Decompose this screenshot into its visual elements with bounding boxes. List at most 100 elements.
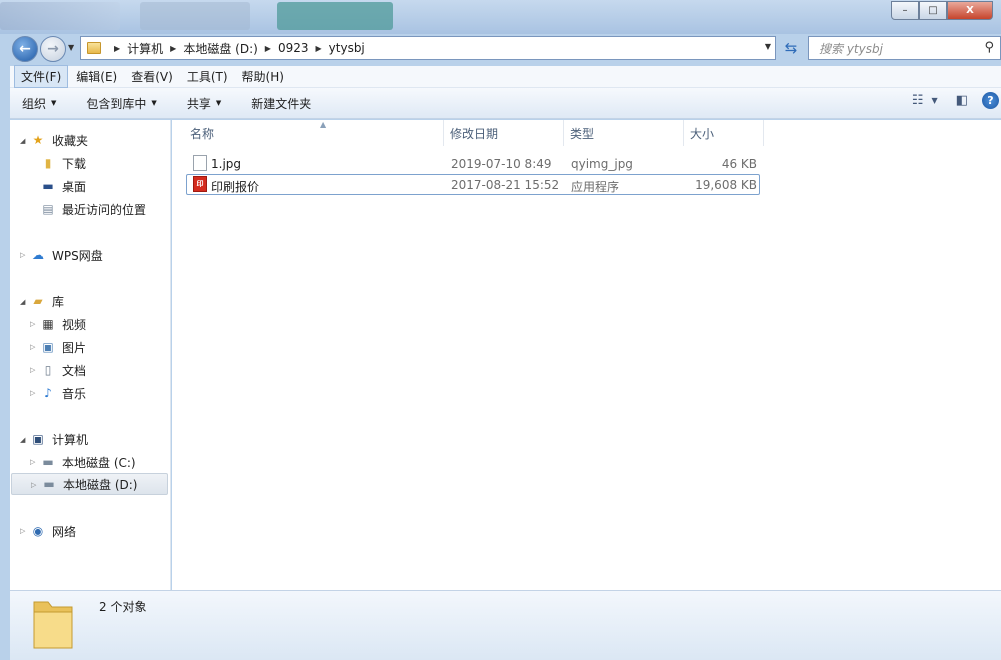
nav-downloads[interactable]: ▮ 下载: [40, 152, 86, 174]
nav-label: 收藏夹: [52, 133, 89, 148]
search-icon[interactable]: ⚲: [984, 40, 994, 55]
address-bar[interactable]: ▶ 计算机 ▶ 本地磁盘 (D:) ▶ 0923 ▶ ytysbj ▼: [80, 36, 776, 60]
expand-icon[interactable]: ▷: [30, 389, 35, 397]
expand-icon[interactable]: ◢: [20, 137, 25, 145]
cloud-icon: ☁: [32, 248, 44, 262]
nav-computer[interactable]: ◢ ▣ 计算机: [20, 428, 88, 450]
nav-recent[interactable]: ▤ 最近访问的位置: [40, 198, 146, 220]
star-icon: ★: [32, 133, 44, 147]
nav-videos[interactable]: ▷ ▦ 视频: [30, 313, 86, 335]
close-button[interactable]: X: [947, 1, 993, 20]
refresh-button[interactable]: ⇆: [778, 36, 804, 60]
help-icon[interactable]: ?: [982, 92, 999, 109]
caret-down-icon: ▼: [51, 99, 57, 107]
view-dropdown-icon[interactable]: ▼: [932, 96, 938, 105]
new-folder-button[interactable]: 新建文件夹: [251, 95, 311, 112]
organize-button[interactable]: 组织 ▼: [22, 95, 56, 112]
nav-drive-d[interactable]: ▷ ▬ 本地磁盘 (D:): [11, 473, 168, 495]
breadcrumb-drive-d[interactable]: 本地磁盘 (D:): [183, 40, 257, 57]
recent-pages-dropdown-icon[interactable]: ▼: [68, 43, 74, 52]
forward-arrow-icon: →: [47, 41, 59, 57]
chevron-right-icon[interactable]: ▶: [170, 44, 176, 53]
expand-icon[interactable]: ◢: [20, 436, 25, 444]
expand-icon[interactable]: ◢: [20, 298, 25, 306]
nav-label: 本地磁盘 (C:): [62, 455, 136, 470]
expand-icon[interactable]: ▷: [31, 481, 36, 489]
menu-file[interactable]: 文件(F): [14, 65, 69, 88]
drive-icon: ▬: [43, 477, 55, 491]
nav-libraries[interactable]: ◢ ▰ 库: [20, 290, 64, 312]
column-label: 修改日期: [450, 126, 499, 141]
menu-tools[interactable]: 工具(T): [181, 66, 234, 87]
breadcrumb-ytysbj[interactable]: ytysbj: [329, 41, 365, 55]
nav-drive-c[interactable]: ▷ ▬ 本地磁盘 (C:): [30, 451, 136, 473]
nav-pictures[interactable]: ▷ ▣ 图片: [30, 336, 86, 358]
recent-places-icon: ▤: [42, 202, 54, 216]
nav-label: 下载: [62, 156, 87, 171]
address-row: ← → ▼ ▶ 计算机 ▶ 本地磁盘 (D:) ▶ 0923 ▶ ytysbj …: [0, 34, 1001, 64]
minimize-button[interactable]: –: [891, 1, 919, 20]
menu-view[interactable]: 查看(V): [125, 66, 179, 87]
nav-network[interactable]: ▷ ◉ 网络: [20, 520, 76, 542]
menu-help[interactable]: 帮助(H): [236, 66, 290, 87]
column-header-date[interactable]: 修改日期: [444, 120, 564, 146]
maximize-button[interactable]: □: [919, 1, 947, 20]
column-header-size[interactable]: 大小: [684, 120, 764, 146]
chevron-right-icon[interactable]: ▶: [114, 44, 120, 53]
title-bar: – □ X: [0, 0, 1001, 34]
preview-pane-icon[interactable]: ◧: [956, 93, 968, 108]
toolbar-right: ☷ ▼ ◧ ?: [900, 92, 1001, 109]
nav-label: 最近访问的位置: [62, 202, 147, 217]
folder-large-icon: [33, 601, 73, 649]
folder-icon: [87, 42, 101, 54]
nav-wps[interactable]: ▷ ☁ WPS网盘: [20, 244, 103, 266]
expand-icon[interactable]: ▷: [30, 343, 35, 351]
file-row[interactable]: 印 印刷报价 2017-08-21 15:52 应用程序 19,608 KB: [186, 174, 760, 195]
video-icon: ▦: [42, 317, 54, 331]
address-dropdown-icon[interactable]: ▼: [765, 42, 771, 51]
share-button[interactable]: 共享 ▼: [187, 95, 221, 112]
nav-label: 计算机: [52, 432, 89, 447]
nav-label: 图片: [62, 340, 87, 355]
back-button[interactable]: ←: [12, 36, 38, 62]
organize-label: 组织: [22, 96, 47, 111]
share-label: 共享: [186, 96, 211, 111]
file-row[interactable]: 1.jpg 2019-07-10 8:49 qyimg_jpg 46 KB: [186, 153, 760, 174]
include-label: 包含到库中: [86, 96, 147, 111]
expand-icon[interactable]: ▷: [20, 527, 25, 535]
search-placeholder: 搜索 ytysbj: [819, 41, 883, 56]
file-type: 应用程序: [571, 180, 620, 194]
expand-icon[interactable]: ▷: [30, 366, 35, 374]
expand-icon[interactable]: ▷: [30, 320, 35, 328]
picture-icon: ▣: [42, 340, 54, 354]
view-options-icon[interactable]: ☷: [912, 93, 924, 108]
computer-icon: ▣: [32, 432, 44, 446]
chevron-right-icon[interactable]: ▶: [316, 44, 322, 53]
menu-edit[interactable]: 编辑(E): [70, 66, 123, 87]
forward-button[interactable]: →: [40, 36, 66, 62]
file-date: 2017-08-21 15:52: [451, 178, 560, 192]
nav-label: 本地磁盘 (D:): [63, 477, 138, 492]
column-header-type[interactable]: 类型: [564, 120, 684, 146]
status-count: 2 个对象: [99, 600, 147, 614]
breadcrumb-0923[interactable]: 0923: [278, 41, 309, 55]
nav-documents[interactable]: ▷ ▯ 文档: [30, 359, 86, 381]
document-icon: ▯: [44, 363, 52, 377]
nav-music[interactable]: ▷ ♪ 音乐: [30, 382, 86, 404]
nav-label: WPS网盘: [52, 248, 103, 263]
breadcrumb-computer[interactable]: 计算机: [127, 40, 163, 57]
blurred-tab: [140, 2, 250, 30]
include-in-library-button[interactable]: 包含到库中 ▼: [86, 95, 156, 112]
column-header-name[interactable]: 名称 ▲: [184, 120, 444, 146]
chevron-right-icon[interactable]: ▶: [265, 44, 271, 53]
nav-favorites[interactable]: ◢ ★ 收藏夹: [20, 129, 88, 151]
blurred-tab: [277, 2, 393, 30]
search-input[interactable]: 搜索 ytysbj ⚲: [808, 36, 1001, 60]
file-name: 印刷报价: [211, 180, 260, 194]
column-label: 大小: [690, 126, 715, 141]
nav-label: 桌面: [62, 179, 87, 194]
nav-desktop[interactable]: ▬ 桌面: [40, 175, 86, 197]
file-date: 2019-07-10 8:49: [451, 157, 552, 171]
expand-icon[interactable]: ▷: [30, 458, 35, 466]
expand-icon[interactable]: ▷: [20, 251, 25, 259]
